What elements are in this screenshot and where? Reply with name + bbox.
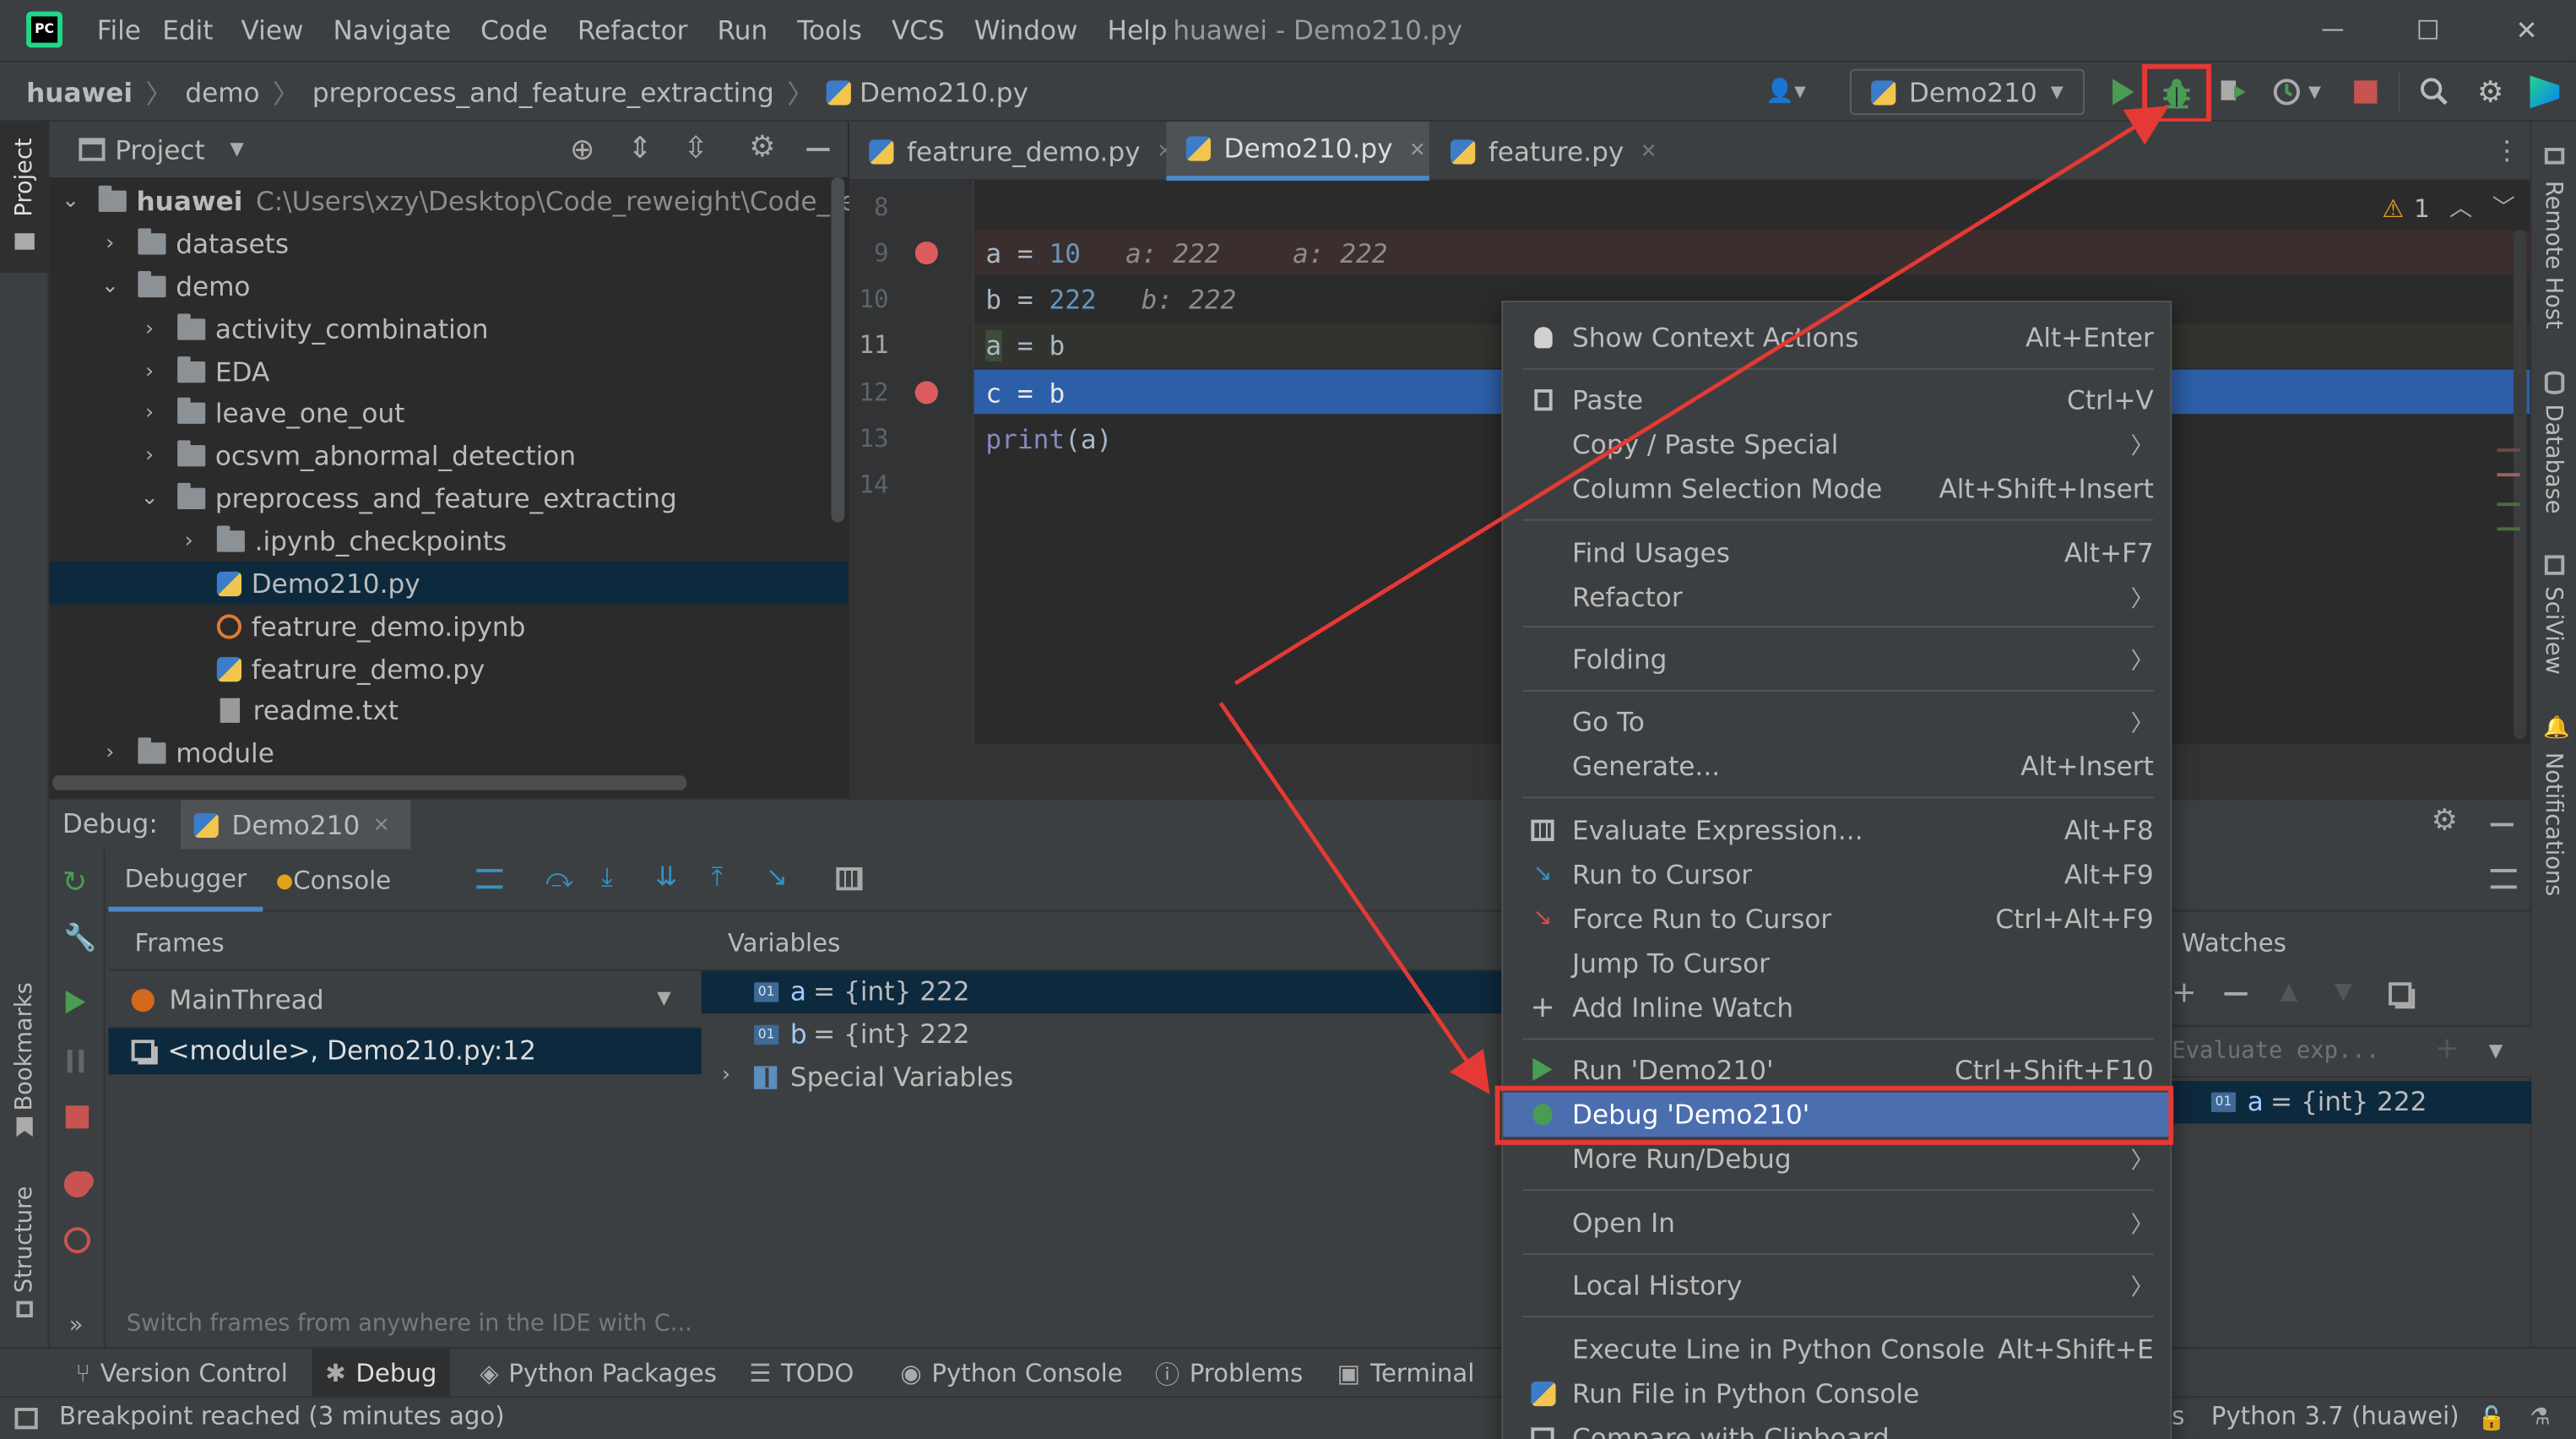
annotation-arrows xyxy=(1218,106,2169,1094)
arrow-to-debug-button xyxy=(1234,106,2169,686)
arrow-to-debug-menu-item xyxy=(1218,702,1490,1094)
